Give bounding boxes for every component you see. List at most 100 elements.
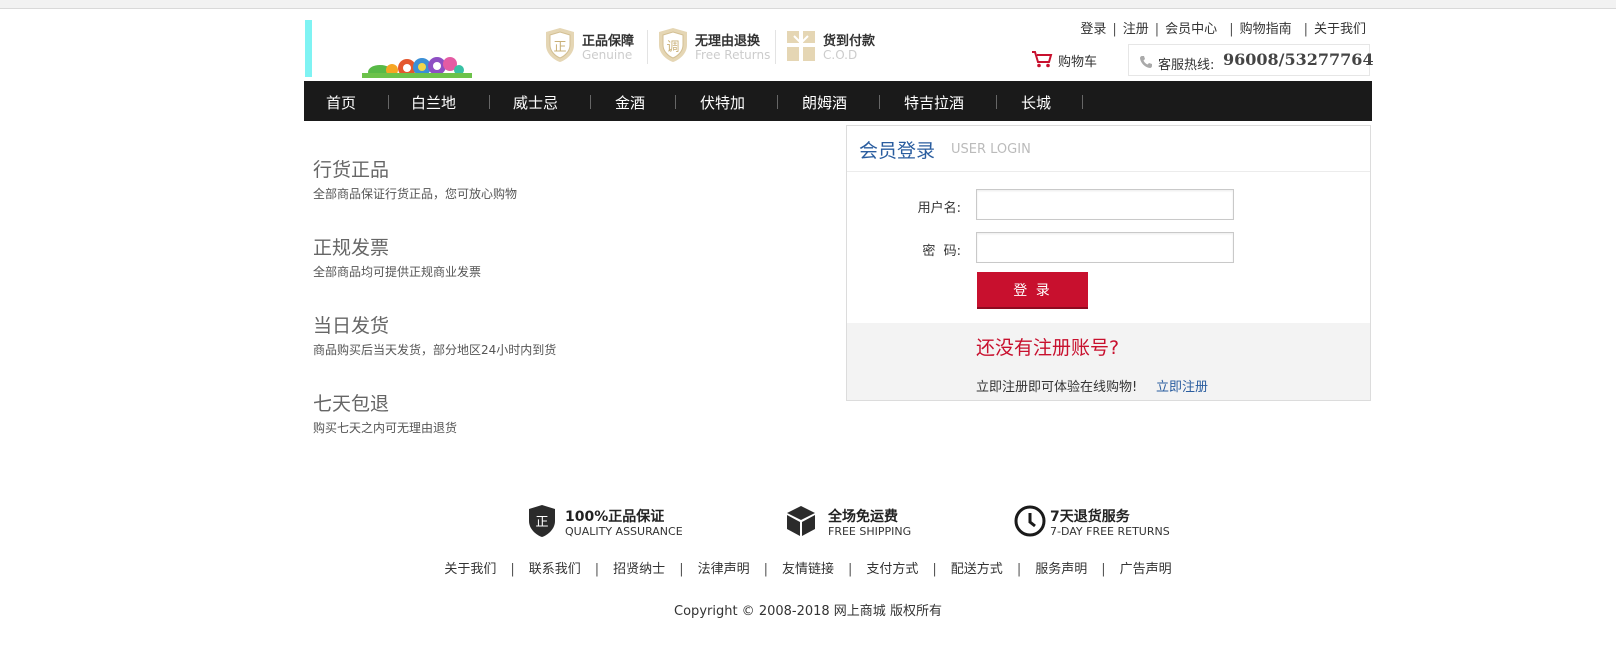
feature-title: 行货正品 [313,159,390,181]
footer-link-separator: | [510,562,515,577]
assurance-title: 全场免运费 [828,509,898,525]
copyright: Copyright © 2008-2018 网上商城 版权所有 [674,604,942,619]
feature-title: 当日发货 [313,315,390,337]
nav-item-rum[interactable]: 朗姆酒 [802,92,847,113]
footer-link-separator: | [763,562,768,577]
username-label: 用户名: [917,201,961,216]
login-title: 会员登录 [859,140,936,162]
nav-separator [388,95,389,109]
register-question: 还没有注册账号? [976,337,1120,359]
footer-link-careers[interactable]: 招贤纳士 [613,562,665,577]
footer-link-separator: | [848,562,853,577]
box-icon [787,506,815,536]
feature-seven-day-return: 七天包退 购买七天之内可无理由退货 [313,389,457,436]
nav-item-whisky[interactable]: 威士忌 [513,92,558,113]
nav-item-vodka[interactable]: 伏特加 [700,92,745,113]
footer-link-ad-statement[interactable]: 广告声明 [1120,562,1172,577]
badge-title: 货到付款 [823,34,876,49]
footer-link-separator: | [1101,562,1106,577]
nav-separator [590,95,591,109]
footer-link-separator: | [679,562,684,577]
top-link-about-us[interactable]: 关于我们 [1314,22,1366,37]
feature-genuine: 行货正品 全部商品保证行货正品，您可放心购物 [313,155,517,202]
gift-box-icon [787,31,815,61]
top-link-shopping-guide[interactable]: 购物指南 [1240,22,1292,37]
assurance-subtitle: 7-DAY FREE RETURNS [1050,525,1170,538]
service-hotline: 客服热线: 96008/53277764 [1128,44,1374,76]
main-nav: 首页 白兰地 威士忌 金酒 伏特加 朗姆酒 特吉拉酒 长城 [304,81,1372,121]
footer-link-separator: | [932,562,937,577]
footer-link-service-statement[interactable]: 服务声明 [1035,562,1087,577]
assurance-subtitle: QUALITY ASSURANCE [565,525,683,538]
nav-item-tequila[interactable]: 特吉拉酒 [904,92,964,113]
nav-separator [675,95,676,109]
footer-link-contact-us[interactable]: 联系我们 [529,562,581,577]
top-link-separator: | [1229,22,1234,37]
clock-icon [1014,505,1046,537]
feature-desc: 购买七天之内可无理由退货 [313,421,458,435]
top-link-register[interactable]: 注册 [1123,22,1149,37]
nav-separator [1082,95,1083,109]
nav-item-home[interactable]: 首页 [326,92,356,113]
phone-icon [1140,56,1152,68]
nav-separator [489,95,490,109]
footer-link-separator: | [1016,562,1022,577]
feature-desc: 全部商品均可提供正规商业发票 [313,265,482,279]
svg-text:正: 正 [535,515,548,530]
login-panel: 会员登录 USER LOGIN 用户名: 密 码: 登 录 还没有注册账号? 立… [846,125,1371,401]
footer-link-payment[interactable]: 支付方式 [866,562,918,577]
feature-desc: 全部商品保证行货正品，您可放心购物 [313,187,518,201]
nav-item-great-wall[interactable]: 长城 [1021,92,1051,113]
logo-image[interactable] [362,40,472,78]
footer-link-delivery[interactable]: 配送方式 [951,562,1003,577]
password-label: 密 码: [922,244,961,259]
feature-title: 七天包退 [313,393,390,415]
register-section: 还没有注册账号? 立即注册即可体验在线购物! 立即注册 [847,323,1370,400]
cart-label: 购物车 [1058,55,1098,70]
badge-title: 正品保障 [582,34,635,49]
footer-link-legal[interactable]: 法律声明 [698,562,750,577]
username-input[interactable] [976,189,1234,220]
top-links: 登录 | 注册 | 会员中心 | 购物指南 | 关于我们 [1080,18,1366,37]
assurance-subtitle: FREE SHIPPING [828,525,912,538]
nav-item-gin[interactable]: 金酒 [615,92,645,113]
badge-title: 无理由退换 [695,34,761,49]
diao-shield-icon: 调 [659,28,687,62]
svg-text:调: 调 [666,40,679,55]
assurance-title: 100%正品保证 [565,509,665,525]
top-link-member-center[interactable]: 会员中心 [1165,22,1217,37]
footer-link-about-us[interactable]: 关于我们 [444,562,496,577]
badge-divider [647,30,648,64]
password-input[interactable] [976,232,1234,263]
login-title-en: USER LOGIN [951,142,1031,157]
browser-top-strip [0,0,1616,9]
top-link-login[interactable]: 登录 [1080,22,1106,37]
svg-text:正: 正 [553,40,566,55]
zheng-shield-icon: 正 [546,28,574,62]
register-text: 立即注册即可体验在线购物! [976,380,1138,395]
footer-links: 关于我们 | 联系我们 | 招贤纳士 | 法律声明 | 友情链接 | 支付方式 | 配送方式 | 服务声明 |… [0,558,1616,577]
zheng-shield-icon: 正 [529,505,555,537]
feature-desc: 商品购买后当天发货，部分地区24小时内到货 [313,343,557,357]
assurance-title: 7天退货服务 [1050,509,1130,525]
footer-link-friend-links[interactable]: 友情链接 [782,562,834,577]
badge-divider [775,30,776,64]
hotline-label: 客服热线: [1158,58,1215,73]
footer-link-separator: | [594,562,600,577]
badge-subtitle: Genuine [582,48,633,62]
feature-same-day: 当日发货 商品购买后当天发货，部分地区24小时内到货 [313,311,556,358]
feature-invoice: 正规发票 全部商品均可提供正规商业发票 [313,233,481,280]
login-button[interactable]: 登 录 [977,272,1088,309]
nav-separator [777,95,778,109]
top-link-separator: | [1303,22,1308,37]
nav-separator [879,95,880,109]
badge-subtitle: Free Returns [695,48,771,62]
hotline-number: 96008/53277764 [1223,50,1374,69]
top-link-separator: | [1154,22,1160,37]
login-header: 会员登录 USER LOGIN [847,126,1370,172]
nav-separator [996,95,997,109]
logo-accent-bar [305,20,312,77]
top-link-separator: | [1112,22,1117,37]
nav-item-brandy[interactable]: 白兰地 [411,92,456,113]
register-link[interactable]: 立即注册 [1156,376,1208,395]
